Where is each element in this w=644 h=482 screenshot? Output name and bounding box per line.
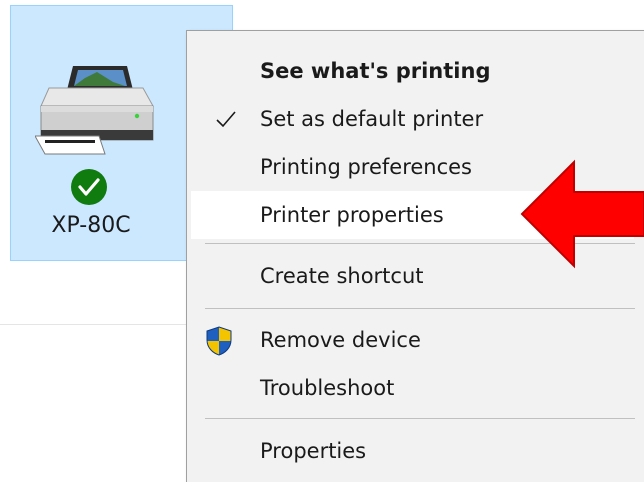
menu-item-properties[interactable]: Properties: [187, 427, 634, 475]
checkmark-icon: [216, 111, 236, 128]
menu-separator: [205, 418, 635, 419]
red-arrow-icon: [520, 159, 644, 269]
menu-item-troubleshoot[interactable]: Troubleshoot: [187, 364, 634, 412]
check-circle-icon: [71, 169, 107, 205]
menu-item-label: Troubleshoot: [260, 376, 395, 400]
menu-item-label: Create shortcut: [260, 264, 424, 288]
menu-item-label: Set as default printer: [260, 107, 484, 131]
menu-item-label: Printer properties: [260, 203, 444, 227]
printer-name: XP-80C: [51, 213, 131, 238]
menu-item-see-whats-printing[interactable]: See what's printing: [187, 47, 634, 95]
menu-item-label: Remove device: [260, 328, 421, 352]
uac-shield-icon: [206, 326, 232, 356]
menu-item-set-as-default[interactable]: Set as default printer: [187, 95, 634, 143]
menu-separator: [205, 308, 635, 309]
printer-icon: [35, 66, 154, 155]
menu-item-remove-device[interactable]: Remove device: [187, 316, 634, 364]
menu-item-label: See what's printing: [260, 59, 491, 83]
divider: [0, 324, 186, 325]
menu-item-label: Properties: [260, 439, 367, 463]
desktop-area: XP-80C See what's printing Set as defaul…: [0, 0, 644, 482]
menu-item-label: Printing preferences: [260, 155, 472, 179]
